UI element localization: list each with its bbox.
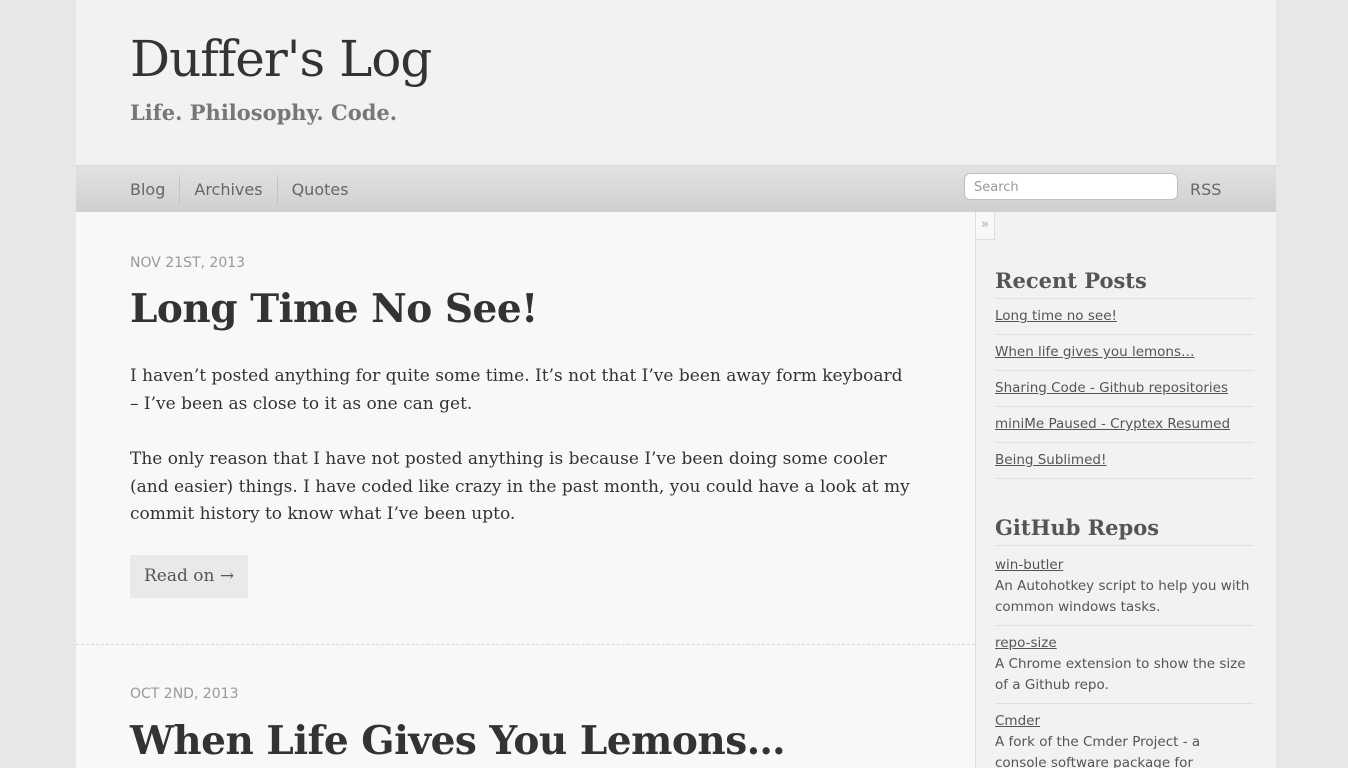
nav-item-archives[interactable]: Archives xyxy=(179,175,276,205)
repo-item: win-butler An Autohotkey script to help … xyxy=(995,548,1254,626)
page: Duffer's Log Life. Philosophy. Code. Blo… xyxy=(76,0,1276,768)
recent-post-link[interactable]: miniMe Paused - Cryptex Resumed xyxy=(995,407,1254,443)
post-divider xyxy=(76,644,975,645)
repo-description: An Autohotkey script to help you with co… xyxy=(995,578,1250,615)
repo-link[interactable]: Cmder xyxy=(995,711,1254,732)
main-nav: Blog Archives Quotes Search RSS xyxy=(76,165,1276,214)
post-paragraph: The only reason that I have not posted a… xyxy=(130,449,910,524)
rss-link[interactable]: RSS xyxy=(1190,180,1221,199)
repo-item: repo-size A Chrome extension to show the… xyxy=(995,626,1254,704)
recent-post-link[interactable]: Long time no see! xyxy=(995,299,1254,335)
github-repos-list: win-butler An Autohotkey script to help … xyxy=(995,548,1254,768)
post-title[interactable]: When Life Gives You Lemons… xyxy=(130,718,786,764)
sidebar: » Recent Posts Long time no see! When li… xyxy=(975,212,1276,768)
site-title[interactable]: Duffer's Log xyxy=(130,30,432,88)
recent-posts-heading: Recent Posts xyxy=(995,268,1254,299)
repo-description: A Chrome extension to show the size of a… xyxy=(995,656,1246,693)
recent-posts-list: Long time no see! When life gives you le… xyxy=(995,299,1254,479)
github-repos-heading: GitHub Repos xyxy=(995,515,1254,546)
repo-link[interactable]: win-butler xyxy=(995,555,1254,576)
repo-item: Cmder A fork of the Cmder Project - a co… xyxy=(995,704,1254,768)
post-date: NOV 21ST, 2013 xyxy=(130,255,246,271)
collapse-sidebar-icon[interactable]: » xyxy=(975,212,995,240)
repo-link[interactable]: repo-size xyxy=(995,633,1254,654)
recent-post-link[interactable]: Sharing Code - Github repositories xyxy=(995,371,1254,407)
site-header: Duffer's Log Life. Philosophy. Code. xyxy=(76,0,1276,165)
read-on-button[interactable]: Read on → xyxy=(130,555,249,598)
post-paragraph: I haven’t posted anything for quite some… xyxy=(130,366,903,414)
recent-post-link[interactable]: Being Sublimed! xyxy=(995,443,1254,479)
repo-description: A fork of the Cmder Project - a console … xyxy=(995,734,1201,768)
nav-item-blog[interactable]: Blog xyxy=(130,175,179,205)
site-tagline: Life. Philosophy. Code. xyxy=(130,100,398,125)
search-input[interactable]: Search xyxy=(964,173,1178,200)
nav-item-quotes[interactable]: Quotes xyxy=(276,175,363,205)
main-content: NOV 21ST, 2013 Long Time No See! I haven… xyxy=(76,212,975,768)
recent-post-link[interactable]: When life gives you lemons… xyxy=(995,335,1254,371)
post-title[interactable]: Long Time No See! xyxy=(130,286,538,332)
post-date: OCT 2ND, 2013 xyxy=(130,686,239,702)
